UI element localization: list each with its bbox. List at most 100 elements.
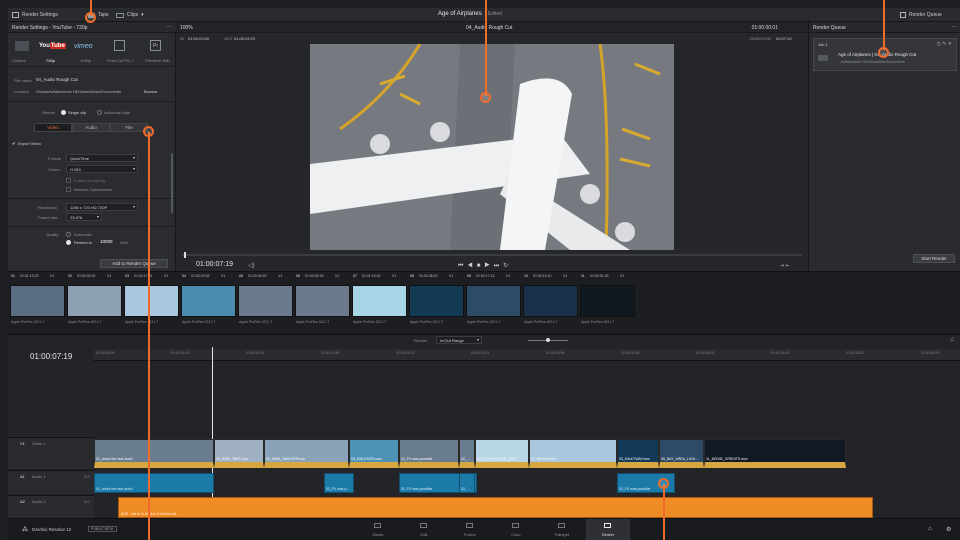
thumbnail-header-field: 04 — [182, 274, 186, 278]
page-tab-media[interactable]: Media — [356, 519, 400, 540]
ruler-tick: 01:00:53:19 — [921, 351, 940, 355]
thumbnail-clip[interactable] — [124, 285, 179, 317]
video-clip-label: 07_KENYA.mov — [531, 457, 557, 461]
video-clip[interactable]: 03_SOUTH_POLE_SCE... — [475, 439, 529, 468]
home-icon[interactable]: ⌂ — [928, 526, 932, 532]
fcp-preset-icon[interactable] — [114, 40, 125, 51]
codec-select[interactable]: H.264 ▾ — [66, 165, 138, 173]
start-render-button[interactable]: Start Render — [913, 254, 955, 263]
panel-scrollbar[interactable] — [171, 153, 173, 213]
audio-clip[interactable]: 01_shoot the real world — [94, 473, 214, 493]
video-clip[interactable]: 05_BAY_AREA_LIGH... — [659, 439, 704, 468]
premiere-preset-icon[interactable]: Pr — [150, 40, 161, 51]
zoom-level[interactable]: 100% — [180, 25, 193, 31]
thumbnail-clip[interactable] — [238, 285, 293, 317]
play-icon[interactable]: ▶ — [484, 263, 493, 269]
page-tab-deliver[interactable]: Deliver — [586, 519, 630, 540]
page-tab-fusion[interactable]: Fusion — [448, 519, 492, 540]
thumbnail-header-field: V1 — [278, 274, 283, 278]
export-video-label: Export Video — [18, 141, 41, 146]
page-tab-color[interactable]: Color — [494, 519, 538, 540]
edit-icon[interactable]: ✎ — [942, 41, 946, 47]
settings-gear-icon[interactable]: ⚙ — [946, 526, 951, 533]
toolbar-clips[interactable]: Clips ▾ — [116, 10, 144, 20]
tab-audio[interactable]: Audio — [72, 123, 110, 132]
vimeo-logo[interactable]: vimeo — [74, 43, 93, 50]
video-clip[interactable]: 02_FX was possible — [399, 439, 459, 468]
tab-video[interactable]: Video — [34, 123, 72, 132]
thumbnail-caption: Apple ProRes 422 LT — [125, 320, 159, 324]
project-title: Age of Airplanes Edited — [438, 11, 502, 17]
jump-start-icon[interactable]: ⏮ — [458, 263, 467, 269]
zoom-slider-knob[interactable] — [546, 338, 550, 342]
frame-reordering-checkbox[interactable] — [66, 178, 71, 183]
thumbnail-clip[interactable] — [295, 285, 350, 317]
individual-clips-radio[interactable] — [97, 110, 102, 115]
video-clip[interactable]: 02_A380_TAKEOFF.mov — [264, 439, 349, 468]
frame-rate-select[interactable]: 23.976 ▾ — [66, 213, 102, 221]
music-note-icon[interactable]: ♫ — [950, 337, 955, 343]
more-icon[interactable]: ··· — [167, 24, 172, 30]
chevron-down-icon: ▾ — [132, 166, 135, 171]
resolution-select[interactable]: 1280 x 720 HD 720P ▾ — [66, 203, 138, 211]
viewer-tc-right: 01:00:00:01 — [751, 25, 778, 31]
thumbnail-clip[interactable] — [352, 285, 407, 317]
export-video-checkbox[interactable]: ✔ — [12, 141, 16, 147]
page-navigation: ⁂ DaVinci Resolve 12 PUBLIC BETA Media Ed… — [8, 518, 960, 540]
timeline-ruler[interactable]: 01:00:00:00 01:00:04:21 01:00:09:18 01:00:1… — [94, 349, 960, 361]
preset-label-premiere: Premiere XML — [145, 58, 171, 63]
page-label: Edit — [420, 532, 428, 537]
video-clip[interactable]: 02_... — [459, 439, 475, 468]
rewind-icon[interactable]: ◀ — [467, 263, 476, 269]
add-to-render-queue-button[interactable]: Add to Render Queue — [100, 259, 168, 268]
thumbnail-header-field: V1 — [620, 274, 625, 278]
jump-end-icon[interactable]: ⏭ — [494, 263, 503, 269]
preset-custom[interactable] — [15, 41, 29, 51]
close-icon[interactable]: ✕ — [948, 41, 952, 47]
render-range-select[interactable]: In/Out Range ▾ — [436, 336, 482, 344]
format-select[interactable]: QuickTime ▾ — [66, 154, 138, 162]
clock-icon[interactable]: ◷ — [936, 41, 940, 47]
thumbnail-clip[interactable] — [466, 285, 521, 317]
video-clip[interactable]: 03_MILKYWAY.mov — [617, 439, 659, 468]
thumbnail-clip[interactable] — [10, 285, 65, 317]
video-track: 01_shoot the real world 02_A380_TAKE.mov 0… — [94, 439, 960, 470]
thumbnail-clip[interactable] — [67, 285, 122, 317]
page-tab-fairlight[interactable]: Fairlight — [540, 519, 584, 540]
page-icon — [558, 523, 565, 528]
toolbar-render-settings[interactable]: Render Settings — [12, 10, 58, 20]
viewer-scrubber[interactable] — [182, 254, 802, 256]
video-clip[interactable]: 11_MOVIE_CREDITS.mov — [704, 439, 846, 468]
viewer-frame[interactable] — [310, 44, 674, 250]
thumbnail-clip[interactable] — [181, 285, 236, 317]
audio-icon[interactable]: ◁) — [248, 262, 255, 269]
more-icon[interactable]: ··· — [952, 24, 957, 30]
thumbnail-clip[interactable] — [409, 285, 464, 317]
toolbar-render-queue[interactable]: Render Queue — [900, 10, 942, 20]
page-tab-edit[interactable]: Edit — [402, 519, 446, 540]
browse-button[interactable]: Browse — [144, 89, 157, 94]
filename-field[interactable]: 04_Audio Rough Cut — [36, 77, 78, 82]
video-clip[interactable]: 03_MALDIVES.mov — [349, 439, 399, 468]
quality-restrict-radio[interactable] — [66, 240, 71, 245]
video-clip[interactable]: 02_A380_TAKE.mov — [214, 439, 264, 468]
video-clip[interactable]: 01_shoot the real world — [94, 439, 214, 468]
restrict-value-field[interactable]: 10000 — [100, 239, 113, 244]
thumbnail-clip[interactable] — [580, 285, 635, 317]
single-clip-radio[interactable] — [61, 110, 66, 115]
quality-automatic-radio[interactable] — [66, 232, 71, 237]
chevron-down-icon: ▾ — [132, 204, 135, 209]
location-field[interactable]: /Volumes/Macintosh HD/Users/iMac/Documen… — [36, 89, 121, 94]
playhead-marker[interactable] — [184, 252, 186, 258]
youtube-logo[interactable]: YouTube — [39, 43, 66, 49]
ruler-tick: 01:00:09:18 — [246, 351, 265, 355]
mark-in-icon[interactable]: ⇥ ⇤ — [780, 263, 790, 269]
loop-icon[interactable]: ↻ — [503, 263, 512, 269]
thumbnail-clip[interactable] — [523, 285, 578, 317]
audio-clip[interactable]: 02_FX was p... — [324, 473, 354, 493]
video-clip[interactable]: 07_KENYA.mov — [529, 439, 617, 468]
network-optimization-checkbox[interactable] — [66, 187, 71, 192]
preset-label-720p: 720p — [46, 58, 55, 63]
audio-clip[interactable]: 02_... — [459, 473, 475, 493]
music-clip[interactable]: AGE - bla la to the fun of Airlines.all.… — [118, 497, 873, 518]
